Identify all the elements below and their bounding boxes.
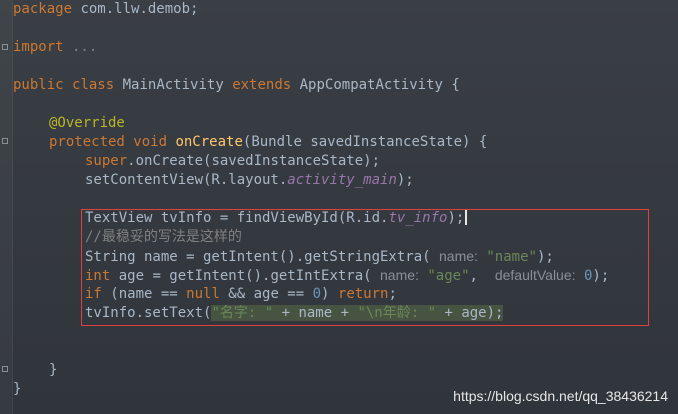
static-field: tv_info (388, 210, 448, 226)
keyword: void (133, 134, 168, 150)
code-line-textview[interactable]: TextView tvInfo = findViewById(R.id.tv_i… (85, 209, 468, 228)
comment: //最稳妥的写法是这样的 (85, 229, 242, 245)
code-text: ); (396, 172, 414, 188)
keyword: import (13, 39, 64, 55)
code-line-if[interactable]: if (name == null && age == 0) return; (85, 285, 397, 304)
code-line-string[interactable]: String name = getIntent().getStringExtra… (85, 247, 554, 266)
code-line-override[interactable]: @Override (49, 114, 125, 133)
number-literal: 0 (312, 286, 322, 302)
keyword: null (186, 286, 220, 302)
text-caret (465, 209, 468, 225)
code-text: (name == (101, 286, 187, 302)
code-text: , (469, 268, 495, 284)
code-text: age = getIntent().getIntExtra( (110, 268, 381, 284)
code-line-import[interactable]: import ... (13, 38, 97, 57)
keyword: package (13, 1, 73, 17)
string-literal: "名字: " (211, 305, 274, 321)
method-name: onCreate (175, 134, 243, 150)
code-line-close-class[interactable]: } (13, 380, 21, 399)
code-text: .onCreate(savedInstanceState); (127, 153, 381, 169)
code-line-class[interactable]: public class MainActivity extends AppCom… (13, 76, 460, 95)
code-text: ); (447, 210, 465, 226)
code-line-oncreate[interactable]: protected void onCreate(Bundle savedInst… (49, 133, 487, 152)
code-text: ); (536, 249, 554, 265)
string-literal: "name" (486, 249, 537, 265)
keyword: class (72, 77, 115, 93)
code-text: TextView tvInfo = findViewById(R.id. (85, 210, 389, 226)
keyword: public (13, 77, 64, 93)
string-literal: "age" (427, 268, 470, 284)
brace: } (13, 381, 22, 397)
code-text: tvInfo.setText( (85, 305, 212, 321)
parameter-hint: defaultValue: (494, 267, 576, 283)
code-text: ; (388, 286, 397, 302)
fold-marker-icon[interactable] (2, 138, 8, 144)
code-line-comment[interactable]: //最稳妥的写法是这样的 (85, 228, 242, 247)
code-line-settext[interactable]: tvInfo.setText("名字: " + name + "\n年龄: " … (85, 304, 504, 323)
code-text: + age); (436, 305, 504, 321)
code-text: ) (321, 286, 338, 302)
string-literal: "\n年龄: " (357, 305, 437, 321)
code-text: + name + (273, 305, 358, 321)
code-line-close-method[interactable]: } (49, 361, 57, 380)
code-line-super[interactable]: super.onCreate(savedInstanceState); (85, 152, 380, 171)
editor-gutter[interactable] (0, 0, 13, 414)
parameter-hint: name: (439, 248, 478, 264)
static-field: activity_main (287, 172, 397, 188)
annotation: @Override (49, 115, 125, 131)
code-text: com.llw.demob; (72, 1, 199, 17)
keyword: super (85, 153, 128, 169)
keyword: if (85, 286, 102, 302)
keyword: int (85, 268, 111, 284)
code-line-int[interactable]: int age = getIntent().getIntExtra( name:… (85, 266, 609, 285)
folded-imports[interactable]: ... (64, 39, 97, 55)
code-text: ); (592, 268, 610, 284)
keyword: return (337, 286, 389, 302)
code-text: setContentView(R.layout. (85, 172, 288, 188)
keyword: extends (232, 77, 292, 93)
class-name: MainActivity (114, 77, 233, 93)
code-line-setcontentview[interactable]: setContentView(R.layout.activity_main); (85, 171, 414, 190)
watermark: https://blog.csdn.net/qq_38436214 (453, 388, 668, 404)
keyword: protected (49, 134, 125, 150)
parameter-hint: name: (380, 267, 419, 283)
code-text: AppCompatActivity { (291, 77, 460, 93)
code-line-package[interactable]: package com.llw.demob; (13, 0, 198, 19)
code-text: String name = getIntent().getStringExtra… (85, 249, 440, 265)
code-text: && age == (219, 286, 313, 302)
fold-marker-icon[interactable] (2, 366, 8, 372)
fold-marker-icon[interactable] (2, 44, 8, 50)
brace: } (49, 362, 58, 378)
code-editor[interactable]: package com.llw.demob; import ... public… (0, 0, 678, 414)
code-text: (Bundle savedInstanceState) { (242, 134, 488, 150)
